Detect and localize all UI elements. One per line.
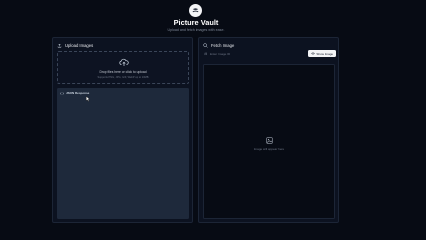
- fetch-panel: Fetch Image Show Image Image will appear…: [198, 37, 339, 223]
- upload-panel-title: Upload Images: [65, 43, 94, 48]
- code-icon: [60, 91, 64, 95]
- image-id-input[interactable]: [203, 51, 303, 57]
- show-image-button-label: Show Image: [316, 51, 334, 56]
- dropzone-hint: Supports PNG, JPG, GIF, WebP up to 10MB: [97, 75, 149, 79]
- upload-dropzone[interactable]: Drop files here or click to upload Suppo…: [57, 51, 189, 84]
- cloud-upload-icon: [119, 58, 129, 66]
- app-title: Picture Vault: [173, 18, 219, 27]
- app-subtitle: Upload and fetch images with ease.: [167, 28, 225, 32]
- dropzone-title: Drop files here or click to upload: [99, 70, 147, 74]
- image-placeholder-text: Image will appear here: [253, 147, 285, 151]
- json-response-area: JSON Response: [57, 88, 189, 219]
- show-image-button[interactable]: Show Image: [308, 50, 336, 57]
- page: Picture Vault Upload and fetch images wi…: [0, 0, 426, 240]
- upload-icon: [57, 43, 62, 48]
- upload-panel-header: Upload Images: [57, 42, 93, 49]
- eye-icon: [311, 52, 315, 55]
- json-response-label: JSON Response: [66, 91, 90, 95]
- image-display-area: Image will appear here: [203, 64, 335, 219]
- mouse-cursor-icon: [86, 96, 90, 102]
- json-response-header: JSON Response: [60, 91, 89, 95]
- fetch-panel-header: Fetch Image: [203, 42, 234, 49]
- logo: [189, 4, 202, 17]
- image-icon: [266, 137, 273, 144]
- upload-panel: Upload Images Drop files here or click t…: [52, 37, 193, 223]
- stack-layers-icon: [192, 8, 199, 13]
- search-icon: [203, 43, 208, 48]
- fetch-panel-title: Fetch Image: [211, 43, 235, 48]
